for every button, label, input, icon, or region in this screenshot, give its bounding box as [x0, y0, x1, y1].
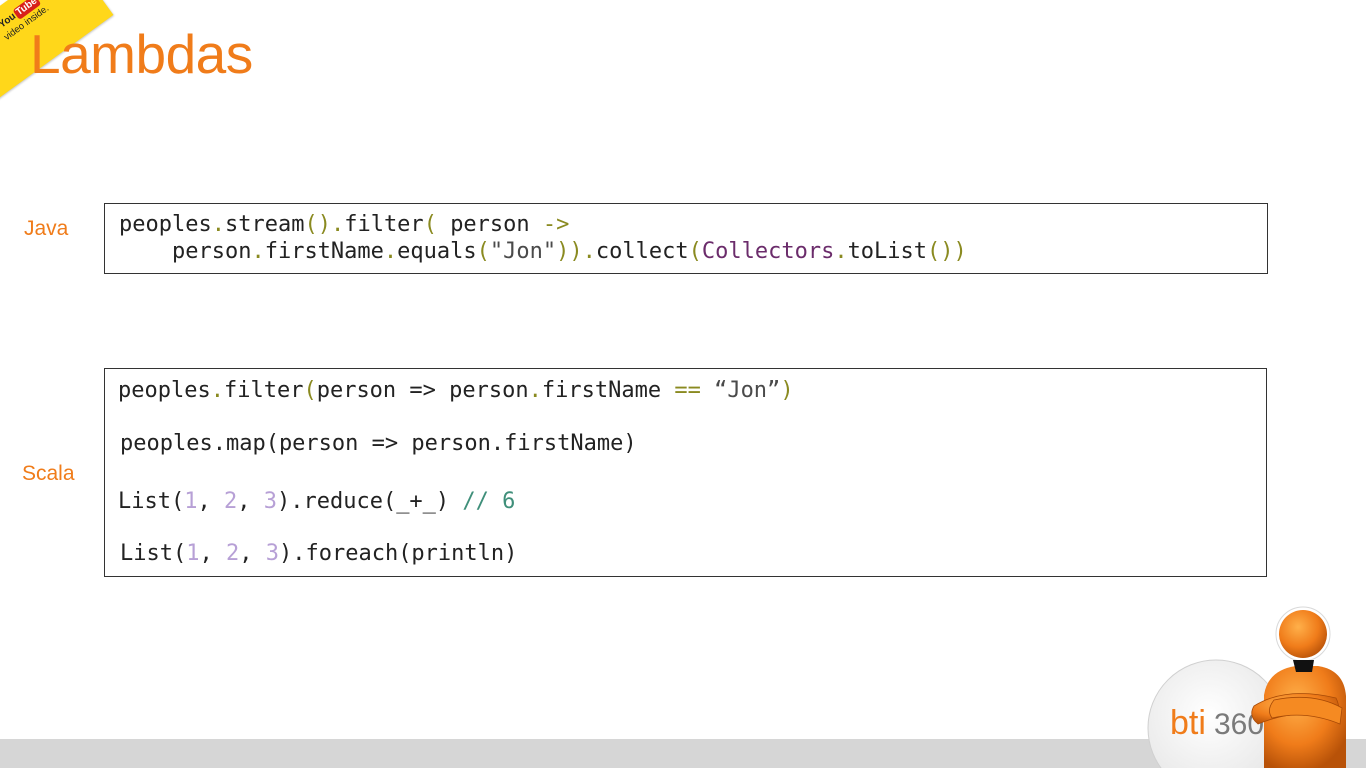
- slide-title: Lambdas: [30, 23, 253, 85]
- java-label: Java: [24, 217, 69, 240]
- scala-code-line-1: peoples.filter(person => person.firstNam…: [118, 378, 794, 403]
- scala-code-line-4: List(1, 2, 3).foreach(println): [120, 541, 518, 566]
- scala-label: Scala: [22, 462, 75, 485]
- logo-text-bti: bti: [1170, 704, 1206, 742]
- scala-code-box: peoples.filter(person => person.firstNam…: [104, 368, 1267, 577]
- java-code-line-1: peoples.stream().filter( person ->: [119, 212, 570, 237]
- scala-code-line-3: List(1, 2, 3).reduce(_+_) // 6: [118, 489, 516, 514]
- bti360-logo: bti 360: [1146, 600, 1366, 773]
- scala-code-line-2: peoples.map(person => person.firstName): [120, 431, 637, 456]
- java-code-line-2: person.firstName.equals("Jon")).collect(…: [119, 239, 967, 264]
- bti360-mascot-illustration: bti 360: [1147, 606, 1346, 773]
- java-code-box: peoples.stream().filter( person -> perso…: [104, 203, 1268, 274]
